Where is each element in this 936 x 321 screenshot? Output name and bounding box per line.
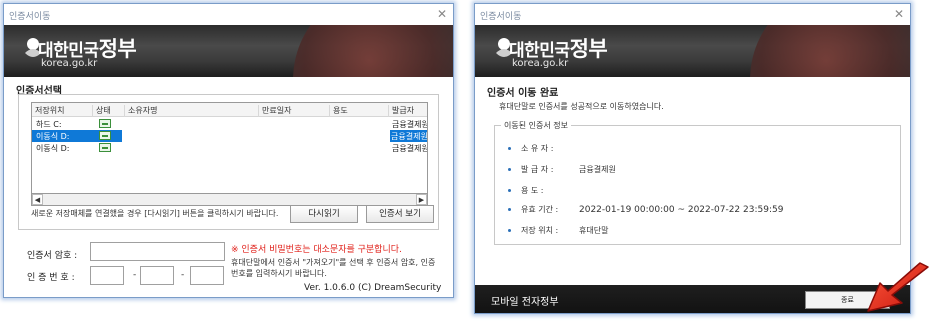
row-issuer: 금융결제원 — [392, 120, 428, 129]
case-sensitive-warning: ※ 인증서 비밀번호는 대소문자를 구분합니다. — [231, 245, 402, 255]
window-title: 인증서이동 — [480, 12, 522, 22]
auth-number-label: 인 증 번 호 : — [27, 273, 75, 283]
row-location: 이동식 D: — [36, 144, 70, 153]
info-row-issuer: 발 급 자 : 금융결제원 — [508, 164, 616, 175]
view-cert-button[interactable]: 인증서 보기 — [366, 205, 434, 223]
column-header[interactable]: 용도 — [329, 105, 348, 117]
certificate-icon — [99, 119, 111, 128]
reload-button[interactable]: 다시읽기 — [290, 205, 358, 223]
column-header[interactable]: 만료일자 — [258, 105, 291, 117]
table-header: 저장위치 상태 소유자명 만료일자 용도 발급자 — [32, 103, 427, 117]
info-row-validity: 유효 기간 :2022-01-19 00:00:00 ~ 2022-07-22 … — [508, 204, 783, 215]
scroll-right-icon[interactable]: ▶ — [416, 194, 427, 205]
gov-banner: 대한민국정부 korea.go.kr — [475, 25, 910, 77]
banner-decoration — [293, 25, 453, 77]
bullet-icon — [508, 168, 511, 171]
banner-decoration — [750, 25, 910, 77]
column-header[interactable]: 발급자 — [388, 105, 414, 117]
brand-url: korea.go.kr — [41, 58, 98, 69]
auth-number-field-3[interactable] — [190, 266, 224, 285]
auth-number-field-1[interactable] — [90, 266, 124, 285]
row-location: 이동식 D: — [36, 132, 70, 141]
separator: - — [133, 270, 137, 280]
row-issuer: 금융결제원 — [392, 144, 428, 153]
password-label: 인증서 암호 : — [27, 251, 78, 261]
moved-cert-info-group: 이동된 인증서 정보 소 유 자 : 발 급 자 : 금융결제원 용 도 : 유효… — [494, 120, 901, 245]
info-row-owner: 소 유 자 : — [508, 143, 579, 154]
table-row[interactable]: 하드 C: 금융결제원 — [32, 118, 427, 130]
close-icon[interactable]: ✕ — [437, 7, 447, 21]
cert-table[interactable]: 저장위치 상태 소유자명 만료일자 용도 발급자 하드 C: 금융결제원 이동식… — [31, 102, 428, 194]
bullet-icon — [508, 229, 511, 232]
footer-brand: 모바일 전자정부 — [491, 297, 559, 308]
cert-select-group: 저장위치 상태 소유자명 만료일자 용도 발급자 하드 C: 금융결제원 이동식… — [18, 94, 439, 230]
certificate-icon — [99, 143, 111, 152]
info-row-location: 저장 위치 : 휴대단말 — [508, 225, 608, 236]
row-location: 하드 C: — [36, 120, 62, 129]
red-pointer-arrow-icon — [867, 262, 929, 312]
table-row[interactable]: 이동식 D: 금융결제원 — [32, 130, 427, 142]
row-issuer: 금융결제원 — [390, 130, 428, 142]
title-bar: 인증서이동 ✕ — [4, 4, 453, 25]
completion-title: 인증서 이동 완료 — [487, 88, 559, 99]
cert-move-complete-dialog: 인증서이동 ✕ 대한민국정부 korea.go.kr 인증서 이동 완료 휴대단… — [474, 3, 911, 314]
reload-hint: 새로운 저장매체를 연결했을 경우 [다시읽기] 버튼을 클릭하시기 바랍니다. — [31, 209, 279, 218]
window-title: 인증서이동 — [9, 12, 51, 22]
bullet-icon — [508, 189, 511, 192]
info-row-usage: 용 도 : — [508, 185, 579, 196]
cert-move-dialog: 인증서이동 ✕ 대한민국정부 korea.go.kr 인증서선택 저장위치 상태… — [3, 3, 454, 298]
separator: - — [181, 270, 185, 280]
title-bar: 인증서이동 ✕ — [475, 4, 910, 25]
column-header[interactable]: 소유자명 — [124, 105, 157, 117]
bullet-icon — [508, 147, 511, 150]
version-text: Ver. 1.0.6.0 (C) DreamSecurity — [304, 283, 442, 293]
completion-message: 휴대단말로 인증서를 성공적으로 이동하였습니다. — [499, 102, 664, 111]
brand-url: korea.go.kr — [512, 58, 569, 69]
certificate-icon — [99, 131, 111, 140]
bullet-icon — [508, 208, 511, 211]
auth-number-field-2[interactable] — [140, 266, 174, 285]
column-header[interactable]: 저장위치 — [32, 105, 64, 117]
close-icon[interactable]: ✕ — [894, 7, 904, 21]
dialog-footer: 모바일 전자정부 종료 — [475, 285, 910, 313]
column-header[interactable]: 상태 — [92, 105, 111, 117]
table-row[interactable]: 이동식 D: 금융결제원 — [32, 142, 427, 154]
instruction-text: 휴대단말에서 인증서 "가져오기"를 선택 후 인증서 암호, 인증번호를 입력… — [231, 258, 436, 278]
group-title: 이동된 인증서 정보 — [501, 120, 571, 131]
password-input[interactable] — [90, 242, 225, 261]
gov-banner: 대한민국정부 korea.go.kr — [4, 25, 453, 77]
scroll-left-icon[interactable]: ◀ — [32, 194, 43, 205]
